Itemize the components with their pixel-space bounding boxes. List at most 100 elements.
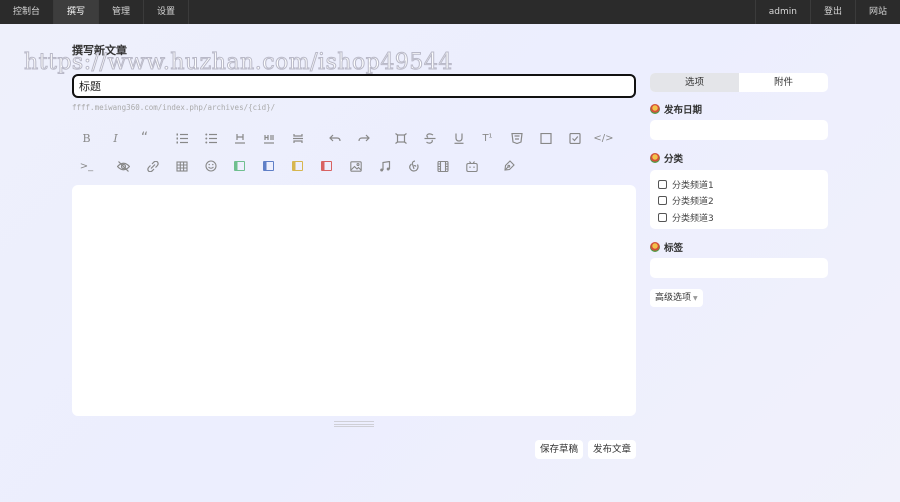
nav-manage[interactable]: 管理 xyxy=(99,0,145,24)
code-button[interactable]: </> xyxy=(589,128,618,148)
top-nav: 控制台 撰写 管理 设置 admin 登出 网站 xyxy=(0,0,900,24)
superscript-button[interactable]: T¹ xyxy=(473,128,502,148)
callout-red-button[interactable] xyxy=(312,156,341,176)
permalink-hint: ffff.meiwang360.com/index.php/archives/{… xyxy=(72,103,276,112)
bullet-list-button[interactable] xyxy=(196,128,225,148)
editor-toolbar-row-2: >_ xyxy=(72,156,523,176)
video-button[interactable] xyxy=(428,156,457,176)
eye-off-icon xyxy=(117,160,130,172)
quote-icon: “ xyxy=(140,130,149,146)
tags-label-text: 标签 xyxy=(664,243,684,254)
category-checkbox[interactable] xyxy=(658,179,667,189)
category-item[interactable]: 分类频道3 xyxy=(658,209,820,226)
category-item[interactable]: 分类频道2 xyxy=(658,193,820,210)
category-item-label: 分类频道3 xyxy=(672,213,714,224)
tags-input[interactable] xyxy=(650,258,828,278)
smile-icon xyxy=(204,160,217,172)
undo-button[interactable] xyxy=(320,128,349,148)
ordered-list-icon xyxy=(176,133,188,143)
callout-red-icon xyxy=(321,161,332,171)
advanced-options-button[interactable]: 高级选项 ▼ xyxy=(650,289,703,307)
category-list: 分类频道1 分类频道2 分类频道3 xyxy=(650,170,828,229)
editor-textarea[interactable] xyxy=(72,185,636,416)
image-icon xyxy=(349,160,362,172)
link-icon xyxy=(146,160,159,172)
heading-button[interactable] xyxy=(225,128,254,148)
ordered-list-button[interactable] xyxy=(167,128,196,148)
horizontal-rule-button[interactable] xyxy=(283,128,312,148)
undo-icon xyxy=(328,134,341,141)
callout-blue-button[interactable] xyxy=(254,156,283,176)
tab-options[interactable]: 选项 xyxy=(650,73,739,92)
tags-label: 标签 xyxy=(650,240,683,254)
link-button[interactable] xyxy=(138,156,167,176)
html-block-button[interactable] xyxy=(502,128,531,148)
category-checkbox[interactable] xyxy=(658,196,667,206)
callout-blue-icon xyxy=(263,161,274,171)
music-icon xyxy=(379,160,390,171)
terminal-icon: >_ xyxy=(79,160,94,172)
box-button[interactable] xyxy=(531,128,560,148)
table-icon xyxy=(175,160,188,172)
redo-button[interactable] xyxy=(349,128,378,148)
sidebar-tabs: 选项 附件 xyxy=(650,73,828,92)
task-checkbox-button[interactable] xyxy=(560,128,589,148)
underline-button[interactable] xyxy=(444,128,473,148)
box-icon xyxy=(539,132,552,144)
tab-attachments[interactable]: 附件 xyxy=(739,73,828,92)
heading-level-icon xyxy=(263,134,274,144)
terminal-button[interactable]: >_ xyxy=(72,156,101,176)
callout-green-icon xyxy=(234,161,245,171)
netease-music-button[interactable] xyxy=(399,156,428,176)
nav-site[interactable]: 网站 xyxy=(854,0,900,24)
callout-green-button[interactable] xyxy=(225,156,254,176)
code-icon: </> xyxy=(593,132,614,144)
bold-icon: B xyxy=(82,131,91,145)
bilibili-button[interactable] xyxy=(457,156,486,176)
quote-button[interactable]: “ xyxy=(130,128,159,148)
strikethrough-icon xyxy=(424,132,435,144)
nav-user[interactable]: admin xyxy=(754,0,810,24)
title-input[interactable] xyxy=(72,74,636,98)
save-draft-button[interactable]: 保存草稿 xyxy=(535,440,584,459)
nav-logout[interactable]: 登出 xyxy=(809,0,855,24)
category-item-label: 分类频道1 xyxy=(672,180,714,191)
strikethrough-button[interactable] xyxy=(415,128,444,148)
category-item-label: 分类频道2 xyxy=(672,197,714,208)
emoji-button[interactable] xyxy=(196,156,225,176)
nav-dashboard[interactable]: 控制台 xyxy=(0,0,55,24)
underline-icon xyxy=(454,133,463,144)
music-button[interactable] xyxy=(370,156,399,176)
italic-button[interactable]: I xyxy=(101,128,130,148)
checkbox-icon xyxy=(568,132,581,144)
section-icon xyxy=(650,104,660,114)
watermark: https://www.huzhan.com/ishop49544 xyxy=(24,50,453,76)
category-checkbox[interactable] xyxy=(658,212,667,222)
nav-settings[interactable]: 设置 xyxy=(144,0,190,24)
bullet-list-icon xyxy=(204,133,217,143)
netease-music-icon xyxy=(408,160,419,172)
callout-yellow-button[interactable] xyxy=(283,156,312,176)
pen-button[interactable] xyxy=(494,156,523,176)
publish-button[interactable]: 发布文章 xyxy=(588,440,637,459)
callout-yellow-icon xyxy=(292,161,303,171)
html-block-icon xyxy=(510,132,523,144)
top-nav-left: 控制台 撰写 管理 设置 xyxy=(0,0,190,24)
fullscreen-button[interactable] xyxy=(386,128,415,148)
editor-resize-handle[interactable] xyxy=(334,421,374,427)
table-button[interactable] xyxy=(167,156,196,176)
hide-content-button[interactable] xyxy=(109,156,138,176)
bold-button[interactable]: B xyxy=(72,128,101,148)
image-button[interactable] xyxy=(341,156,370,176)
nav-write[interactable]: 撰写 xyxy=(54,0,100,24)
heading-level-button[interactable] xyxy=(254,128,283,148)
publish-date-label-text: 发布日期 xyxy=(664,105,703,116)
publish-date-input[interactable] xyxy=(650,120,828,140)
section-icon xyxy=(650,153,660,163)
bilibili-tv-icon xyxy=(465,160,478,172)
category-label: 分类 xyxy=(650,151,683,165)
superscript-icon: T¹ xyxy=(482,132,493,144)
chevron-down-icon: ▼ xyxy=(693,295,698,302)
top-nav-right: admin 登出 网站 xyxy=(754,0,900,24)
category-item[interactable]: 分类频道1 xyxy=(658,176,820,193)
